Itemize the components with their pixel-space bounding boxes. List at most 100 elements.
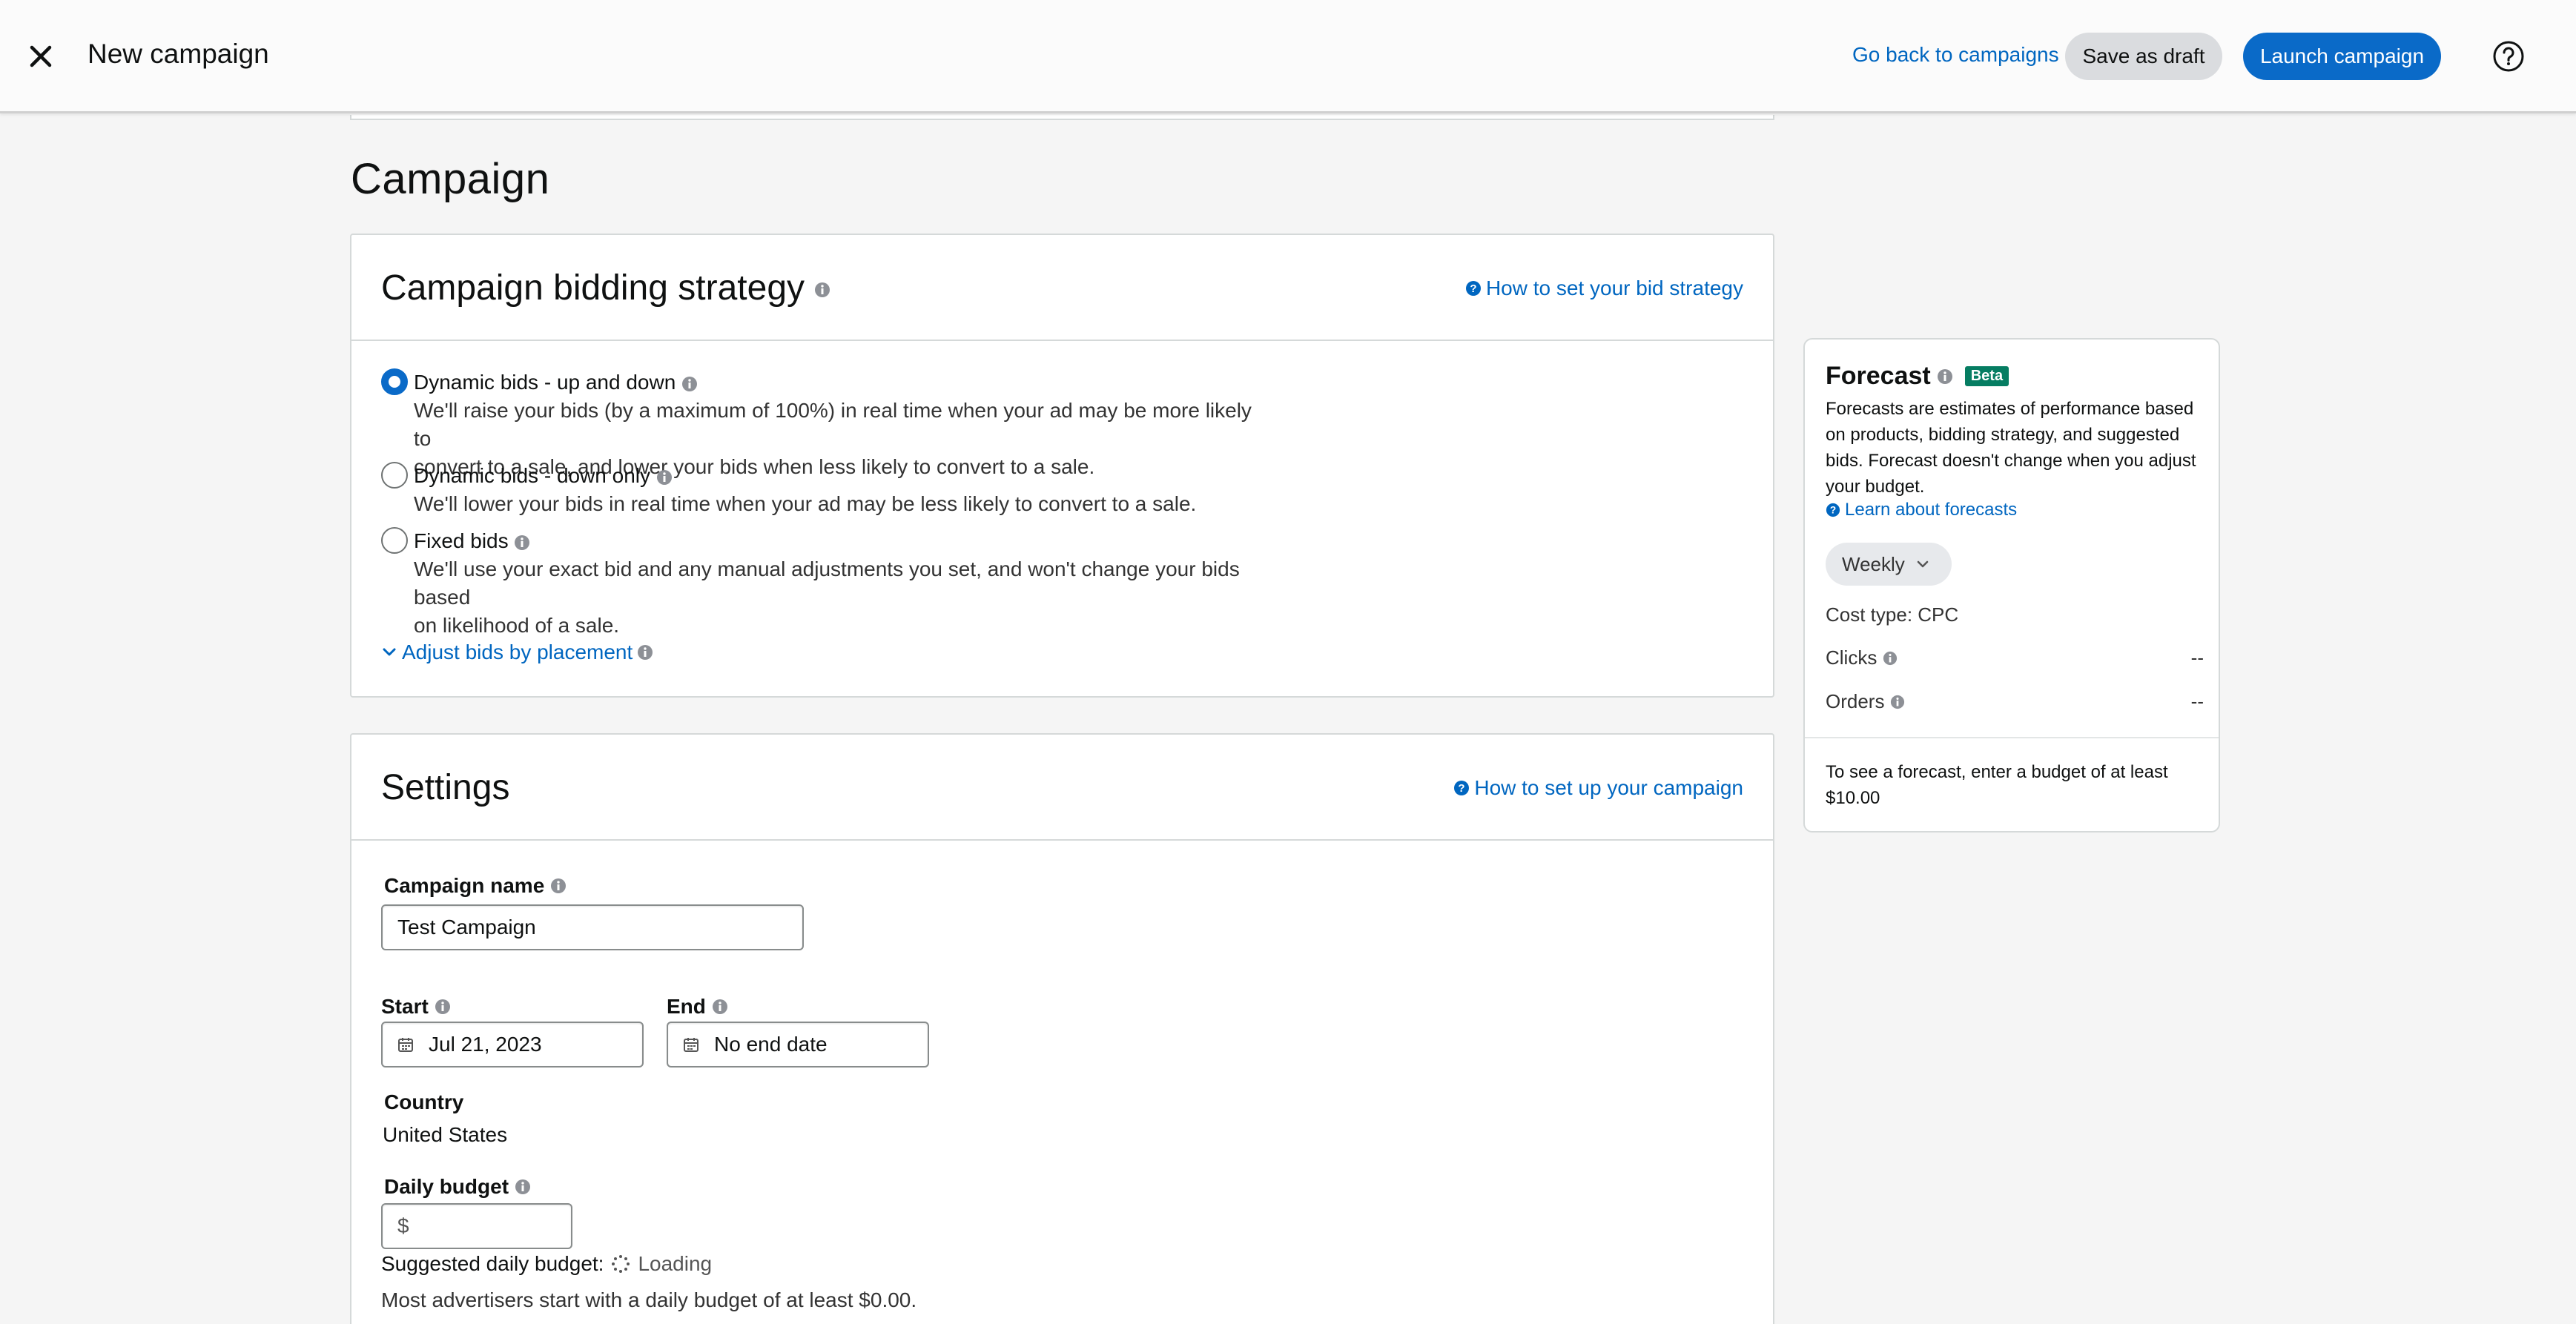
option-label: Dynamic bids - down only bbox=[414, 464, 651, 487]
option-description: We'll raise your bids (by a maximum of 1… bbox=[414, 399, 1252, 450]
question-circle-icon: ? bbox=[1826, 503, 1840, 517]
radio-fixed-bids[interactable] bbox=[381, 527, 408, 554]
budget-advice: Most advertisers start with a daily budg… bbox=[381, 1288, 917, 1311]
forecast-note: To see a forecast, enter a budget of at … bbox=[1826, 762, 2168, 808]
close-icon[interactable] bbox=[22, 36, 59, 77]
country-value: United States bbox=[383, 1123, 508, 1146]
campaign-name-value: Test Campaign bbox=[397, 916, 536, 939]
suggested-budget-label: Suggested daily budget: bbox=[381, 1252, 604, 1275]
help-circle-icon[interactable] bbox=[2492, 40, 2525, 73]
end-date-input[interactable]: No end date bbox=[667, 1022, 929, 1068]
info-icon[interactable] bbox=[435, 999, 451, 1015]
start-date-value: Jul 21, 2023 bbox=[429, 1033, 542, 1056]
clicks-row: Clicks -- bbox=[1826, 646, 2204, 669]
forecast-title: Forecast Beta bbox=[1826, 362, 2009, 391]
option-label-row: Dynamic bids - up and down bbox=[414, 368, 1266, 397]
settings-card: Settings ? How to set up your campaign C… bbox=[350, 733, 1774, 1324]
section-title: Campaign bbox=[351, 155, 550, 203]
adjust-bids-placement-link[interactable]: Adjust bids by placement bbox=[381, 641, 653, 664]
info-icon[interactable] bbox=[681, 376, 698, 392]
orders-label-text: Orders bbox=[1826, 690, 1885, 712]
orders-value: -- bbox=[2190, 690, 2204, 712]
loading-spinner-icon bbox=[612, 1255, 630, 1273]
campaign-name-label-text: Campaign name bbox=[384, 874, 545, 897]
loading-text: Loading bbox=[638, 1252, 713, 1275]
chevron-down-icon bbox=[1917, 560, 1929, 568]
setup-campaign-help-text: How to set up your campaign bbox=[1474, 776, 1743, 799]
svg-text:?: ? bbox=[1830, 505, 1836, 516]
forecast-title-text: Forecast bbox=[1826, 362, 1931, 390]
settings-card-header: Settings ? How to set up your campaign bbox=[351, 735, 1773, 841]
beta-badge: Beta bbox=[1964, 366, 2009, 386]
bidding-title-text: Campaign bidding strategy bbox=[381, 268, 805, 308]
orders-row: Orders -- bbox=[1826, 690, 2204, 713]
svg-text:?: ? bbox=[1470, 282, 1476, 295]
clicks-value: -- bbox=[2190, 646, 2204, 669]
bid-option-dynamic-down-only[interactable]: Dynamic bids - down only We'll lower you… bbox=[381, 462, 1266, 518]
bid-option-fixed[interactable]: Fixed bids We'll use your exact bid and … bbox=[381, 527, 1266, 640]
info-icon[interactable] bbox=[515, 1179, 531, 1195]
info-icon[interactable] bbox=[712, 999, 728, 1015]
radio-dynamic-down-only[interactable] bbox=[381, 462, 408, 489]
forecast-divider bbox=[1805, 737, 2219, 738]
bidding-card-header: Campaign bidding strategy ? How to set y… bbox=[351, 235, 1773, 341]
go-back-link[interactable]: Go back to campaigns bbox=[1852, 43, 2059, 67]
top-bar: New campaign Go back to campaigns Save a… bbox=[0, 0, 2576, 113]
launch-campaign-button[interactable]: Launch campaign bbox=[2243, 33, 2441, 80]
end-date-value: No end date bbox=[714, 1033, 828, 1056]
chevron-down-icon bbox=[383, 648, 396, 656]
info-icon[interactable] bbox=[814, 282, 830, 298]
bidding-strategy-card: Campaign bidding strategy ? How to set y… bbox=[350, 234, 1774, 698]
bidding-card-title: Campaign bidding strategy bbox=[381, 268, 830, 308]
page-title: New campaign bbox=[87, 39, 269, 69]
learn-forecasts-text: Learn about forecasts bbox=[1845, 500, 2018, 520]
currency-prefix: $ bbox=[397, 1214, 409, 1237]
setup-campaign-help-link[interactable]: ? How to set up your campaign bbox=[1453, 776, 1743, 800]
orders-label: Orders bbox=[1826, 690, 1905, 713]
campaign-name-label: Campaign name bbox=[384, 874, 567, 898]
info-icon[interactable] bbox=[1937, 368, 1953, 385]
start-date-input[interactable]: Jul 21, 2023 bbox=[381, 1022, 644, 1068]
end-label-text: End bbox=[667, 995, 706, 1018]
info-icon[interactable] bbox=[656, 469, 673, 486]
suggested-budget: Suggested daily budget: Loading bbox=[381, 1252, 712, 1276]
bid-strategy-help-text: How to set your bid strategy bbox=[1485, 277, 1743, 299]
adjust-bids-text: Adjust bids by placement bbox=[402, 641, 633, 663]
info-icon[interactable] bbox=[514, 534, 530, 551]
settings-card-title: Settings bbox=[381, 768, 510, 807]
cost-type-text: Cost type: CPC bbox=[1826, 603, 1959, 626]
option-label: Fixed bids bbox=[414, 529, 509, 552]
forecast-description: Forecasts are estimates of performance b… bbox=[1826, 399, 2196, 497]
learn-forecasts-link[interactable]: ? Learn about forecasts bbox=[1826, 500, 2017, 520]
save-draft-button[interactable]: Save as draft bbox=[2065, 33, 2222, 80]
start-label: Start bbox=[381, 995, 451, 1019]
period-dropdown[interactable]: Weekly bbox=[1826, 543, 1952, 586]
info-icon[interactable] bbox=[637, 644, 653, 661]
start-label-text: Start bbox=[381, 995, 429, 1018]
daily-budget-label-text: Daily budget bbox=[384, 1175, 509, 1198]
end-label: End bbox=[667, 995, 728, 1019]
option-label: Dynamic bids - up and down bbox=[414, 371, 676, 394]
info-icon[interactable] bbox=[1890, 695, 1905, 709]
option-label-row: Dynamic bids - down only bbox=[414, 462, 1266, 490]
option-description: We'll use your exact bid and any manual … bbox=[414, 557, 1240, 609]
question-circle-icon: ? bbox=[1454, 781, 1470, 795]
campaign-name-input[interactable]: Test Campaign bbox=[381, 904, 804, 950]
option-description: We'll lower your bids in real time when … bbox=[414, 492, 1197, 515]
daily-budget-input[interactable]: $ bbox=[381, 1203, 572, 1249]
daily-budget-label: Daily budget bbox=[384, 1175, 531, 1199]
svg-text:?: ? bbox=[1459, 782, 1465, 795]
calendar-icon bbox=[684, 1038, 699, 1052]
bid-strategy-help-link[interactable]: ? How to set your bid strategy bbox=[1465, 277, 1743, 300]
option-label-row: Fixed bids bbox=[414, 527, 1266, 555]
option-description: on likelihood of a sale. bbox=[414, 614, 620, 637]
question-circle-icon: ? bbox=[1465, 281, 1481, 296]
country-label: Country bbox=[384, 1090, 464, 1113]
radio-dynamic-up-down[interactable] bbox=[381, 368, 408, 395]
period-value: Weekly bbox=[1842, 552, 1905, 575]
forecast-panel: Forecast Beta Forecasts are estimates of… bbox=[1803, 338, 2220, 833]
info-icon[interactable] bbox=[1883, 651, 1898, 666]
info-icon[interactable] bbox=[550, 878, 567, 894]
clicks-label: Clicks bbox=[1826, 646, 1898, 669]
previous-card-edge bbox=[350, 115, 1774, 120]
